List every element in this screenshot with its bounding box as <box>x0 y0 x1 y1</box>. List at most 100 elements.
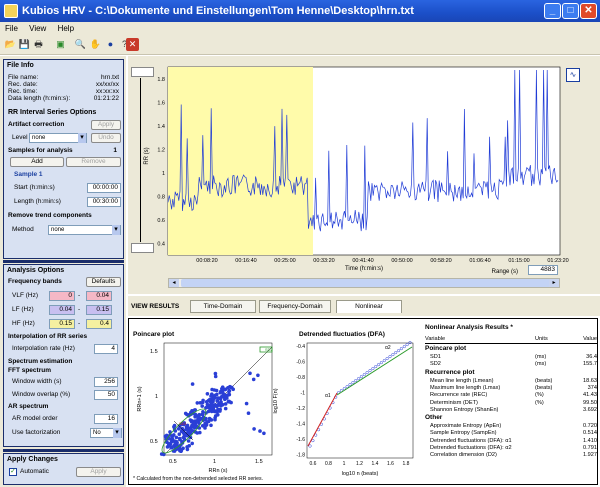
pc-ytick-1: 0.5 <box>150 439 158 445</box>
results-tabs-bar: VIEW RESULTS Time-Domain Frequency-Domai… <box>128 296 600 316</box>
poincare-point <box>211 396 216 401</box>
apply-changes-button[interactable]: Apply <box>76 467 121 477</box>
alpha2-label: α2 <box>385 345 391 351</box>
dfa-xtick: 0.8 <box>325 461 332 467</box>
minimize-button[interactable]: _ <box>544 3 561 19</box>
hf-high-input[interactable]: 0.4 <box>86 319 112 329</box>
scroll-thumb[interactable] <box>181 279 551 287</box>
poincare-point <box>170 445 174 450</box>
tab-frequency-domain[interactable]: Frequency-Domain <box>259 300 331 313</box>
rr-xtick: 00:41:40 <box>352 258 373 264</box>
lf-high-input[interactable]: 0.15 <box>86 305 112 315</box>
col-value: Value <box>583 336 597 342</box>
close-button[interactable]: ✕ <box>580 3 597 19</box>
factorization-select[interactable]: No <box>90 428 122 438</box>
vlf-low-input[interactable]: 0 <box>49 291 75 301</box>
poincare-point <box>208 408 212 413</box>
undo-button[interactable]: Undo <box>91 133 121 143</box>
lf-low-input[interactable]: 0.04 <box>49 305 75 315</box>
artifact-apply-button[interactable]: Apply <box>91 120 121 130</box>
ar-heading: AR spectrum <box>8 403 49 410</box>
pc-xtick-2: 1 <box>213 459 216 465</box>
remove-sample-button[interactable]: Remove <box>66 157 121 167</box>
left-panel: File Info File name: hrn.txt Rec. date: … <box>0 56 126 487</box>
defaults-button[interactable]: Defaults <box>86 277 121 287</box>
automatic-checkbox[interactable]: ✓ <box>9 468 17 476</box>
poincare-point <box>251 377 256 382</box>
menu-help[interactable]: Help <box>58 24 74 33</box>
hf-low-input[interactable]: 0.15 <box>49 319 75 329</box>
range-input[interactable]: 4883 <box>528 265 558 275</box>
results-panel: Poincare plot SD2 SD1 0.5 1 1.5 0.5 1 1.… <box>128 318 598 485</box>
start-label: Start (h:min:s) <box>14 184 55 191</box>
menu-file[interactable]: File <box>5 24 18 33</box>
tab-nonlinear[interactable]: Nonlinear <box>336 300 402 313</box>
rr-ytick: 1.2 <box>157 147 165 153</box>
selected-sample-region[interactable] <box>168 67 313 255</box>
poincare-point <box>174 435 179 440</box>
level-select[interactable]: none <box>29 133 87 143</box>
dfa-ytick: -1.8 <box>296 453 305 459</box>
interp-input[interactable]: 4 <box>94 344 118 354</box>
rr-xtick: 00:08:20 <box>196 258 217 264</box>
menu-bar: File View Help <box>0 22 600 35</box>
hf-dash: - <box>78 320 81 327</box>
method-select[interactable]: none <box>48 225 121 235</box>
interp-label: Interpolation rate (Hz) <box>12 345 75 352</box>
poincare-point <box>262 431 266 436</box>
dfa-xtick: 1.8 <box>403 461 410 467</box>
rr-xtick: 01:15:00 <box>508 258 529 264</box>
poincare-point <box>205 392 210 396</box>
result-variable: Shannon Entropy (ShanEn) <box>430 406 499 413</box>
start-input[interactable]: 00:00:00 <box>87 183 121 193</box>
view-results-label: VIEW RESULTS <box>131 303 180 310</box>
scroll-right-arrow[interactable]: ▸ <box>549 279 559 287</box>
results-section-heading: Poincare plot <box>425 345 467 352</box>
length-label: Length (h:min:s) <box>14 198 61 205</box>
add-sample-button[interactable]: Add <box>10 157 64 167</box>
divider <box>3 449 124 452</box>
rr-chart[interactable]: 0.4 0.6 0.8 1 1.2 1.4 1.6 1.8 00:08:20 00:16:40 00… <box>128 56 600 294</box>
dfa-xtick: 0.6 <box>310 461 317 467</box>
dfa-ytick: -0.8 <box>296 375 305 381</box>
fft-heading: FFT spectrum <box>8 367 51 374</box>
zoom-icon[interactable]: 🔍 <box>74 38 87 51</box>
menu-view[interactable]: View <box>29 24 46 33</box>
time-scrollbar[interactable]: ◂ ▸ <box>168 278 560 288</box>
rec-time-label: Rec. time: <box>8 88 38 95</box>
rec-date-value: xx/xx/xx <box>95 81 119 88</box>
save-icon[interactable]: 💾 <box>18 38 31 51</box>
method-label: Method <box>12 226 34 233</box>
poincare-point <box>176 427 181 431</box>
vlf-dash: - <box>78 292 81 299</box>
pc-xtick-3: 1.5 <box>255 459 263 465</box>
dfa-xtick: 1 <box>343 461 346 467</box>
export-icon[interactable]: ▣ <box>54 38 67 51</box>
open-icon[interactable]: 📂 <box>4 38 17 51</box>
dfa-xtick: 1.6 <box>387 461 394 467</box>
analysis-options-group: Analysis Options Frequency bands Default… <box>3 264 124 414</box>
tab-time-domain[interactable]: Time-Domain <box>190 300 256 313</box>
poincare-point <box>195 419 199 423</box>
poincare-point <box>180 426 185 431</box>
length-input[interactable]: 00:30:00 <box>87 197 121 207</box>
result-variable: Mean line length (Lmean) <box>430 377 494 384</box>
rr-ytick: 0.4 <box>157 241 165 247</box>
print-icon[interactable]: 🖶 <box>32 38 45 51</box>
window-overlap-input[interactable]: 50 <box>94 390 118 400</box>
poincare-point <box>166 441 171 446</box>
ar-order-input[interactable]: 16 <box>94 414 118 424</box>
window-title: Kubios HRV - C:\Dokumente und Einstellun… <box>22 5 414 17</box>
maximize-button[interactable]: □ <box>562 3 579 19</box>
apply-changes-group: Apply Changes ✓ Automatic Apply <box>3 453 124 485</box>
scroll-left-arrow[interactable]: ◂ <box>169 279 179 287</box>
result-variable: Recurrence rate (REC) <box>430 392 488 399</box>
info-icon[interactable]: ● <box>104 38 117 51</box>
dfa-ytick: -1.4 <box>296 422 305 428</box>
window-width-input[interactable]: 256 <box>94 377 118 387</box>
pan-icon[interactable]: ✋ <box>89 38 102 51</box>
poincare-point <box>183 433 188 438</box>
vlf-high-input[interactable]: 0.04 <box>86 291 112 301</box>
result-units: (beats) <box>535 377 553 384</box>
stop-icon[interactable]: ✕ <box>126 38 139 51</box>
